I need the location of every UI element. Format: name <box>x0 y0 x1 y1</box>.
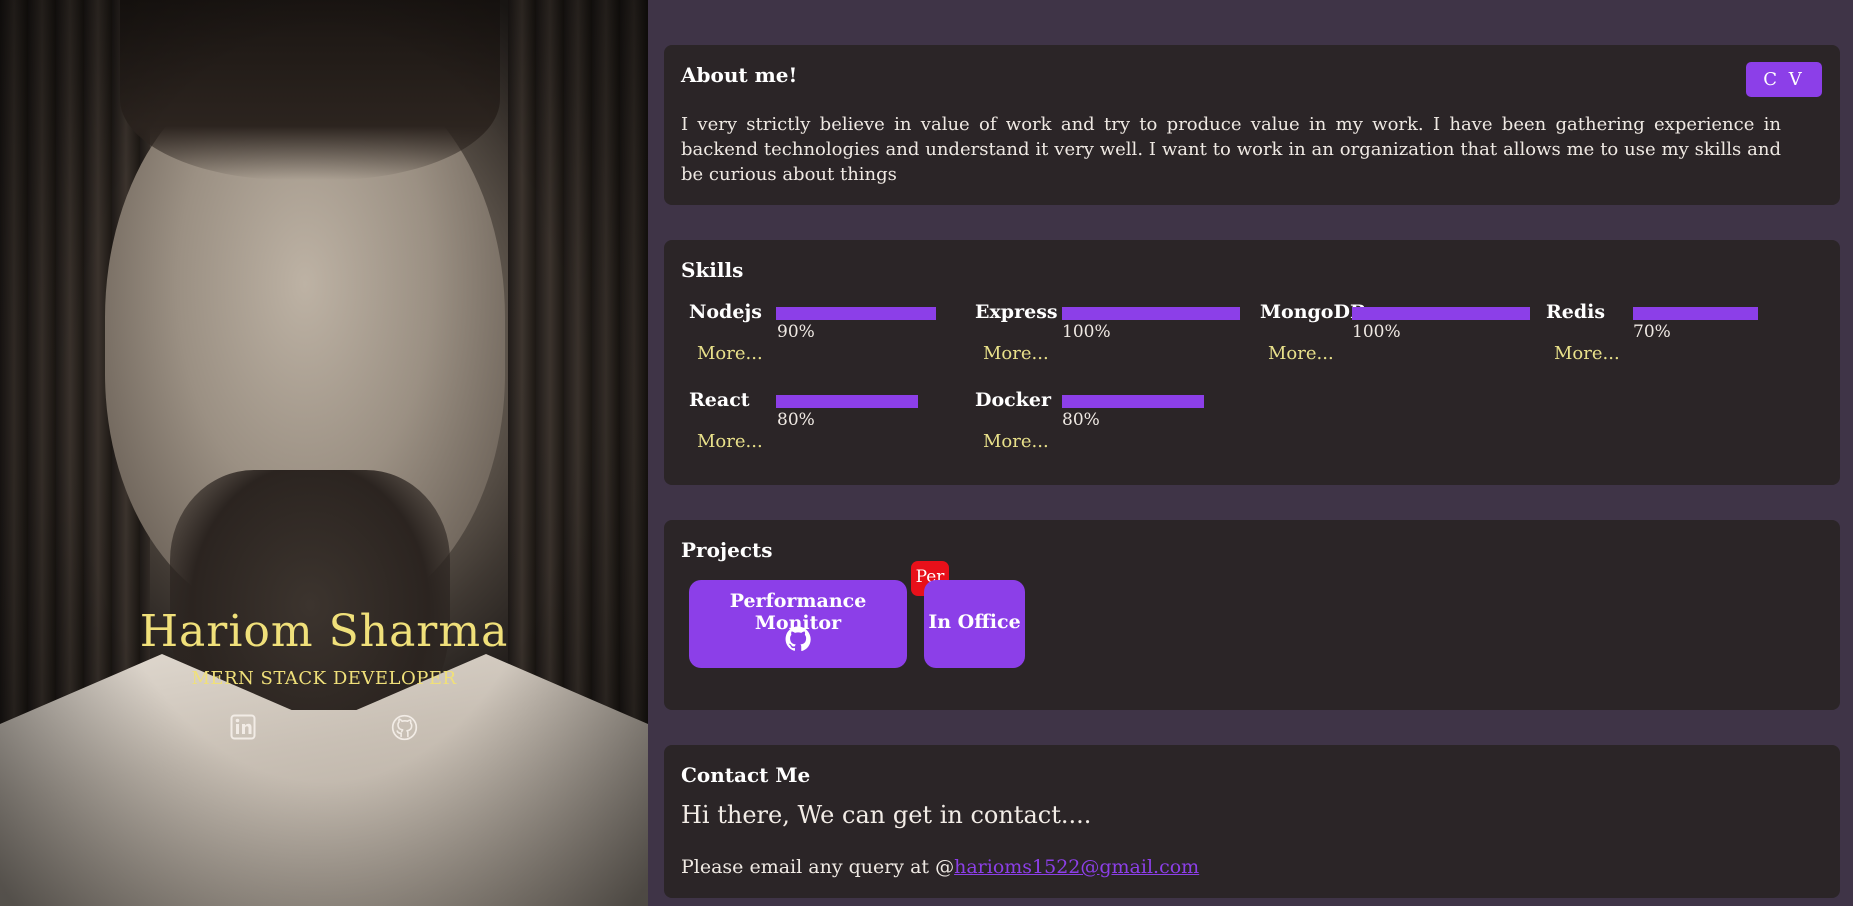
skill-react: React 80% More... <box>689 389 959 469</box>
skill-nodejs: Nodejs 90% More... <box>689 301 959 381</box>
skill-progress-bar <box>776 307 936 320</box>
projects-title: Projects <box>681 538 773 562</box>
about-title: About me! <box>681 63 798 87</box>
profile-name: Hariom Sharma <box>139 606 509 657</box>
skill-name: Docker <box>975 389 1051 411</box>
project-card-performance-monitor[interactable]: Performance Monitor Per <box>689 561 949 668</box>
skill-progress-bar <box>1062 395 1204 408</box>
profile-role: MERN STACK DEVELOPER <box>191 668 457 689</box>
contact-prompt: Please email any query at @ <box>681 856 955 878</box>
contact-title: Contact Me <box>681 763 811 787</box>
skills-title: Skills <box>681 258 744 282</box>
skill-more-link[interactable]: More... <box>697 431 763 452</box>
skill-percent: 90% <box>777 322 815 342</box>
contact-card: Contact Me Hi there, We can get in conta… <box>664 745 1840 898</box>
skill-more-link[interactable]: More... <box>697 343 763 364</box>
skill-progress-bar <box>1633 307 1758 320</box>
skill-progress-bar <box>1062 307 1240 320</box>
skill-progress-bar <box>1352 307 1530 320</box>
skill-docker: Docker 80% More... <box>975 389 1245 469</box>
project-card-in-office[interactable]: In Office <box>924 580 1025 668</box>
skill-name: Express <box>975 301 1058 323</box>
github-icon <box>391 714 417 740</box>
project-title: In Office <box>928 611 1021 633</box>
photo-vignette <box>0 0 648 906</box>
contact-line: Please email any query at @harioms1522@g… <box>681 856 1199 878</box>
skill-percent: 80% <box>777 410 815 430</box>
skill-name: React <box>689 389 750 411</box>
skill-more-link[interactable]: More... <box>983 343 1049 364</box>
skill-mongodb: MongoDB 100% More... <box>1260 301 1530 381</box>
skill-percent: 100% <box>1062 322 1111 342</box>
email-link[interactable]: harioms1522@gmail.com <box>954 856 1199 878</box>
skill-percent: 70% <box>1633 322 1671 342</box>
profile-hero: Hariom Sharma MERN STACK DEVELOPER <box>0 0 648 906</box>
skills-card: Skills Nodejs 90% More... Express 100% M… <box>664 240 1840 485</box>
github-link[interactable] <box>390 713 418 741</box>
skill-redis: Redis 70% More... <box>1546 301 1816 381</box>
cv-button[interactable]: C V <box>1746 62 1822 97</box>
skill-more-link[interactable]: More... <box>983 431 1049 452</box>
skill-more-link[interactable]: More... <box>1268 343 1334 364</box>
skill-percent: 80% <box>1062 410 1100 430</box>
about-card: About me! C V I very strictly believe in… <box>664 45 1840 205</box>
skill-more-link[interactable]: More... <box>1554 343 1620 364</box>
skill-name: Redis <box>1546 301 1606 323</box>
linkedin-icon <box>230 714 256 740</box>
skill-express: Express 100% More... <box>975 301 1245 381</box>
projects-card: Projects Performance Monitor Per In Offi… <box>664 520 1840 710</box>
skill-progress-bar <box>776 395 918 408</box>
linkedin-link[interactable] <box>229 713 257 741</box>
github-icon[interactable] <box>785 626 811 652</box>
about-text: I very strictly believe in value of work… <box>681 114 1781 185</box>
skill-name: Nodejs <box>689 301 762 323</box>
skill-percent: 100% <box>1352 322 1401 342</box>
contact-greeting: Hi there, We can get in contact.... <box>681 801 1092 829</box>
skill-name: MongoDB <box>1260 301 1367 323</box>
